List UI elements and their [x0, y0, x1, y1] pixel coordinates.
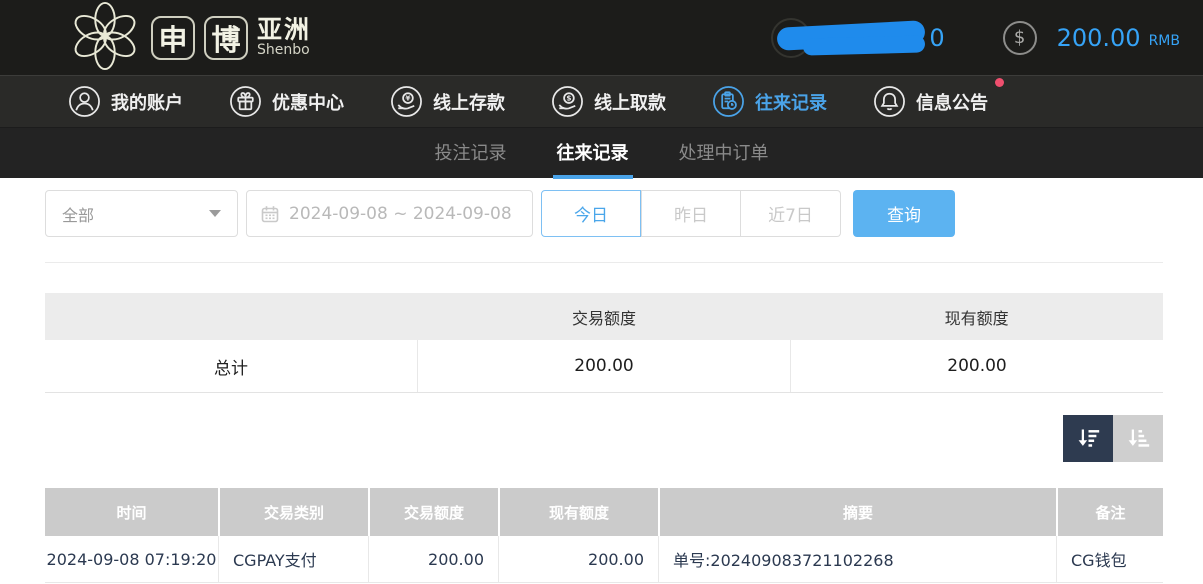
filter-row: 全部 2024-09-08 ~ 2024-09-08 [45, 190, 1163, 237]
chevron-down-icon [209, 210, 221, 217]
top-header: 申 博 亚洲 Shenbo 0 $ 200.00 RMB [0, 0, 1203, 75]
sort-controls [45, 415, 1163, 462]
nav-label: 线上存款 [433, 89, 505, 115]
nav-item-deposit[interactable]: ¥ 线上存款 [390, 85, 505, 118]
record-tabs: 投注记录 往来记录 处理中订单 [0, 127, 1203, 178]
summary-trade-amount-value: 200.00 [417, 340, 790, 392]
main-nav: 我的账户 优惠中心 ¥ 线上存款 [0, 75, 1203, 127]
date-range-value: 2024-09-08 ~ 2024-09-08 [289, 204, 512, 224]
summary-total-row: 总计 200.00 200.00 [45, 340, 1163, 393]
summary-header-current-amount: 现有额度 [790, 293, 1163, 340]
nav-label: 信息公告 [916, 89, 988, 115]
logo-char-box: 博 [204, 16, 248, 60]
summary-header-empty [45, 293, 418, 340]
deposit-icon: ¥ [390, 85, 423, 118]
brand-logo: 申 博 亚洲 Shenbo [70, 1, 311, 75]
calendar-icon [261, 205, 279, 223]
gift-icon [229, 85, 262, 118]
logo-char-box: 申 [151, 16, 195, 60]
summary-table: 交易额度 现有额度 总计 200.00 200.00 [45, 293, 1163, 393]
transactions-icon [712, 85, 745, 118]
nav-item-withdraw[interactable]: $ 线上取款 [551, 85, 666, 118]
cell-type: CGPAY支付 [218, 536, 368, 582]
summary-total-label: 总计 [45, 340, 417, 392]
summary-header-trade-amount: 交易额度 [418, 293, 791, 340]
date-range-input[interactable]: 2024-09-08 ~ 2024-09-08 [246, 190, 533, 237]
col-header-type: 交易类别 [218, 488, 368, 536]
nav-item-promotions[interactable]: 优惠中心 [229, 85, 344, 118]
user-icon [68, 85, 101, 118]
svg-text:$: $ [566, 94, 571, 103]
nav-item-my-account[interactable]: 我的账户 [68, 85, 183, 118]
type-select[interactable]: 全部 [45, 190, 238, 237]
col-header-current-amount: 现有额度 [498, 488, 658, 536]
cell-remark: CG钱包 [1056, 536, 1163, 582]
records-header-row: 时间 交易类别 交易额度 现有额度 摘要 备注 [45, 488, 1163, 536]
tab-bet-records[interactable]: 投注记录 [431, 128, 511, 179]
quick-range-last7days[interactable]: 近7日 [741, 190, 841, 237]
flower-logo-icon [70, 1, 140, 75]
bell-icon [873, 85, 906, 118]
summary-header-row: 交易额度 现有额度 [45, 293, 1163, 340]
records-table: 时间 交易类别 交易额度 现有额度 摘要 备注 2024-09-08 07:19… [45, 488, 1163, 583]
tab-pending-orders[interactable]: 处理中订单 [675, 128, 773, 179]
nav-item-transactions[interactable]: 往来记录 [712, 85, 827, 118]
nav-label: 我的账户 [111, 89, 183, 115]
nav-label: 线上取款 [594, 89, 666, 115]
redaction-scribble [802, 35, 924, 55]
sort-descending-button[interactable] [1063, 415, 1113, 462]
sort-descending-icon [1075, 425, 1102, 452]
summary-current-amount-value: 200.00 [790, 340, 1163, 392]
cell-time: 2024-09-08 07:19:20 [45, 536, 218, 582]
main-content: 全部 2024-09-08 ~ 2024-09-08 [0, 190, 1203, 583]
search-button[interactable]: 查询 [853, 190, 955, 237]
redacted-balance-tail: 0 [929, 24, 944, 52]
tab-transaction-records[interactable]: 往来记录 [553, 128, 633, 179]
nav-label: 往来记录 [755, 89, 827, 115]
col-header-summary: 摘要 [658, 488, 1056, 536]
table-row: 2024-09-08 07:19:20 CGPAY支付 200.00 200.0… [45, 536, 1163, 583]
withdraw-icon: $ [551, 85, 584, 118]
dollar-coin-icon: $ [1003, 21, 1037, 55]
quick-range-today[interactable]: 今日 [541, 190, 641, 237]
logo-subtitle: Shenbo [257, 43, 311, 58]
nav-label: 优惠中心 [272, 89, 344, 115]
col-header-time: 时间 [45, 488, 218, 536]
cell-current-amount: 200.00 [498, 536, 658, 582]
quick-range-group: 今日 昨日 近7日 [541, 190, 841, 237]
sort-ascending-button[interactable] [1113, 415, 1163, 462]
wallet-amount: 200.00 [1057, 24, 1141, 52]
nav-item-announcements[interactable]: 信息公告 [873, 85, 988, 118]
type-select-value: 全部 [62, 202, 94, 226]
notification-badge-dot [995, 78, 1004, 87]
cell-trade-amount: 200.00 [368, 536, 498, 582]
col-header-remark: 备注 [1056, 488, 1163, 536]
logo-region-text: 亚洲 [257, 17, 311, 43]
svg-text:¥: ¥ [405, 94, 410, 103]
cell-summary: 单号:202409083721102268 [658, 536, 1056, 582]
wallet-currency: RMB [1149, 26, 1180, 49]
wallet-balance[interactable]: $ 200.00 RMB [1003, 21, 1180, 55]
quick-range-yesterday[interactable]: 昨日 [641, 190, 741, 237]
sort-ascending-icon [1125, 425, 1152, 452]
col-header-trade-amount: 交易额度 [368, 488, 498, 536]
section-divider [45, 262, 1163, 263]
redacted-account-info: 0 [767, 15, 945, 61]
